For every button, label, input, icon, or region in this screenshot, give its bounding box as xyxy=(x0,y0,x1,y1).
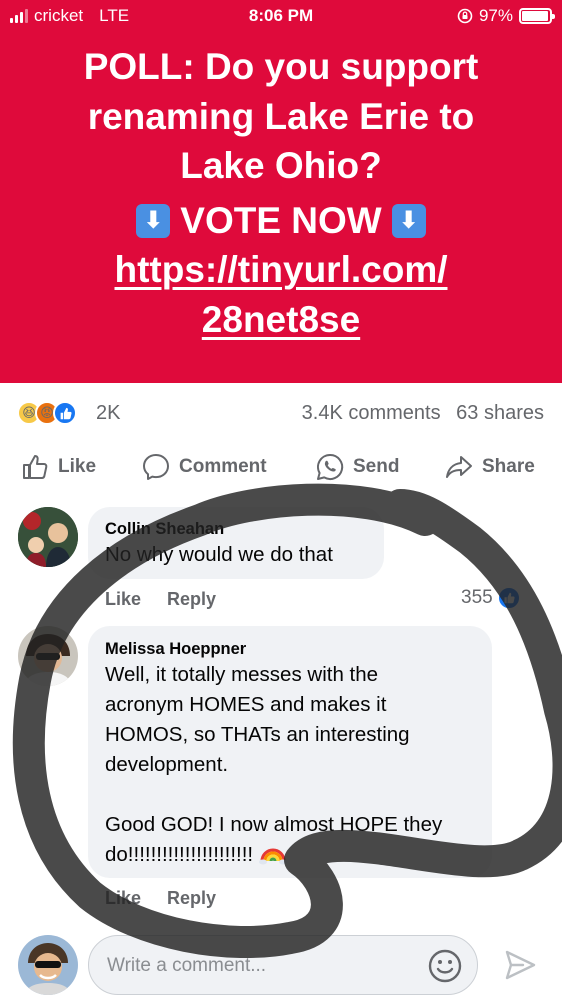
battery-icon xyxy=(519,8,555,24)
vote-now-line: ⬇ VOTE NOW ⬇ xyxy=(136,196,426,246)
orientation-lock-icon xyxy=(457,8,473,24)
comment-bubble[interactable]: Collin Sheahan No why would we do that xyxy=(88,507,384,579)
down-arrow-icon: ⬇ xyxy=(391,203,426,238)
comment-label: Comment xyxy=(179,456,267,477)
like-button[interactable]: Like xyxy=(20,445,96,489)
poll-link-continued[interactable]: 28net8se xyxy=(202,299,360,340)
down-arrow-icon: ⬇ xyxy=(136,203,171,238)
poll-text: POLL: Do you support renaming Lake Erie … xyxy=(30,42,532,344)
comment-input-placeholder: Write a comment... xyxy=(107,955,267,976)
post-banner[interactable]: cricket LTE 8:06 PM 97% POLL: Do you sup… xyxy=(0,0,562,383)
like-label: Like xyxy=(58,456,97,477)
status-bar: cricket LTE 8:06 PM 97% xyxy=(0,0,562,34)
like-reaction-icon xyxy=(496,586,521,610)
comment-actions: Like Reply xyxy=(105,888,216,909)
comment-input[interactable]: Write a comment... xyxy=(88,935,478,995)
avatar-photo xyxy=(18,507,78,567)
poll-line-3: Lake Ohio? xyxy=(180,145,382,186)
comment-like-count[interactable]: 355 xyxy=(461,586,521,610)
like-count-value: 355 xyxy=(461,587,493,608)
comment-text-body: Well, it totally messes with the acronym… xyxy=(105,663,443,866)
vote-now-text: VOTE NOW xyxy=(180,199,382,241)
share-button[interactable]: Share xyxy=(444,445,535,489)
comment-reply-button[interactable]: Reply xyxy=(167,888,216,909)
avatar-photo xyxy=(18,935,78,995)
comment-count[interactable]: 3.4K comments xyxy=(302,402,441,424)
whatsapp-icon xyxy=(317,453,344,480)
send-label: Send xyxy=(353,456,400,477)
avatar[interactable] xyxy=(18,507,78,567)
comment-like-button[interactable]: Like xyxy=(105,589,141,610)
poll-line-2: renaming Lake Erie to xyxy=(87,95,475,137)
comment-author[interactable]: Melissa Hoeppner xyxy=(105,640,246,659)
comment-icon xyxy=(143,454,169,480)
stats-right: 3.4K comments 63 shares xyxy=(302,402,544,425)
avatar-photo xyxy=(18,626,78,686)
comment-actions: Like Reply xyxy=(105,589,216,610)
comment-like-button[interactable]: Like xyxy=(105,888,141,909)
like-reaction-icon xyxy=(53,401,77,425)
avatar[interactable] xyxy=(18,626,78,686)
share-icon xyxy=(446,456,472,478)
status-right: 97% xyxy=(457,6,555,26)
share-label: Share xyxy=(482,456,535,477)
comment-text: No why would we do that xyxy=(105,543,333,566)
emoji-icon[interactable] xyxy=(427,948,463,984)
comment-bubble[interactable]: Melissa Hoeppner Well, it totally messes… xyxy=(88,626,492,878)
reaction-icons[interactable]: 😆 😡 xyxy=(17,401,77,425)
share-count[interactable]: 63 shares xyxy=(456,402,544,424)
comment-reply-button[interactable]: Reply xyxy=(167,589,216,610)
comment-button[interactable]: Comment xyxy=(141,445,267,489)
battery-percent: 97% xyxy=(478,6,513,25)
send-button[interactable]: Send xyxy=(315,445,399,489)
poll-line-1: POLL: Do you support xyxy=(83,46,479,87)
comment-author[interactable]: Collin Sheahan xyxy=(105,520,224,539)
reaction-count[interactable]: 2K xyxy=(96,402,120,425)
current-user-avatar[interactable] xyxy=(18,935,78,995)
thumbs-up-icon xyxy=(23,455,48,479)
rainbow-emoji-icon xyxy=(258,841,287,865)
comment-text: Well, it totally messes with the acronym… xyxy=(105,660,485,870)
poll-link[interactable]: https://tinyurl.com/ xyxy=(115,249,448,290)
action-bar: Like Comment Send Share xyxy=(0,445,562,489)
send-comment-icon[interactable] xyxy=(502,947,538,983)
post-stats: 😆 😡 2K 3.4K comments 63 shares xyxy=(0,393,562,433)
